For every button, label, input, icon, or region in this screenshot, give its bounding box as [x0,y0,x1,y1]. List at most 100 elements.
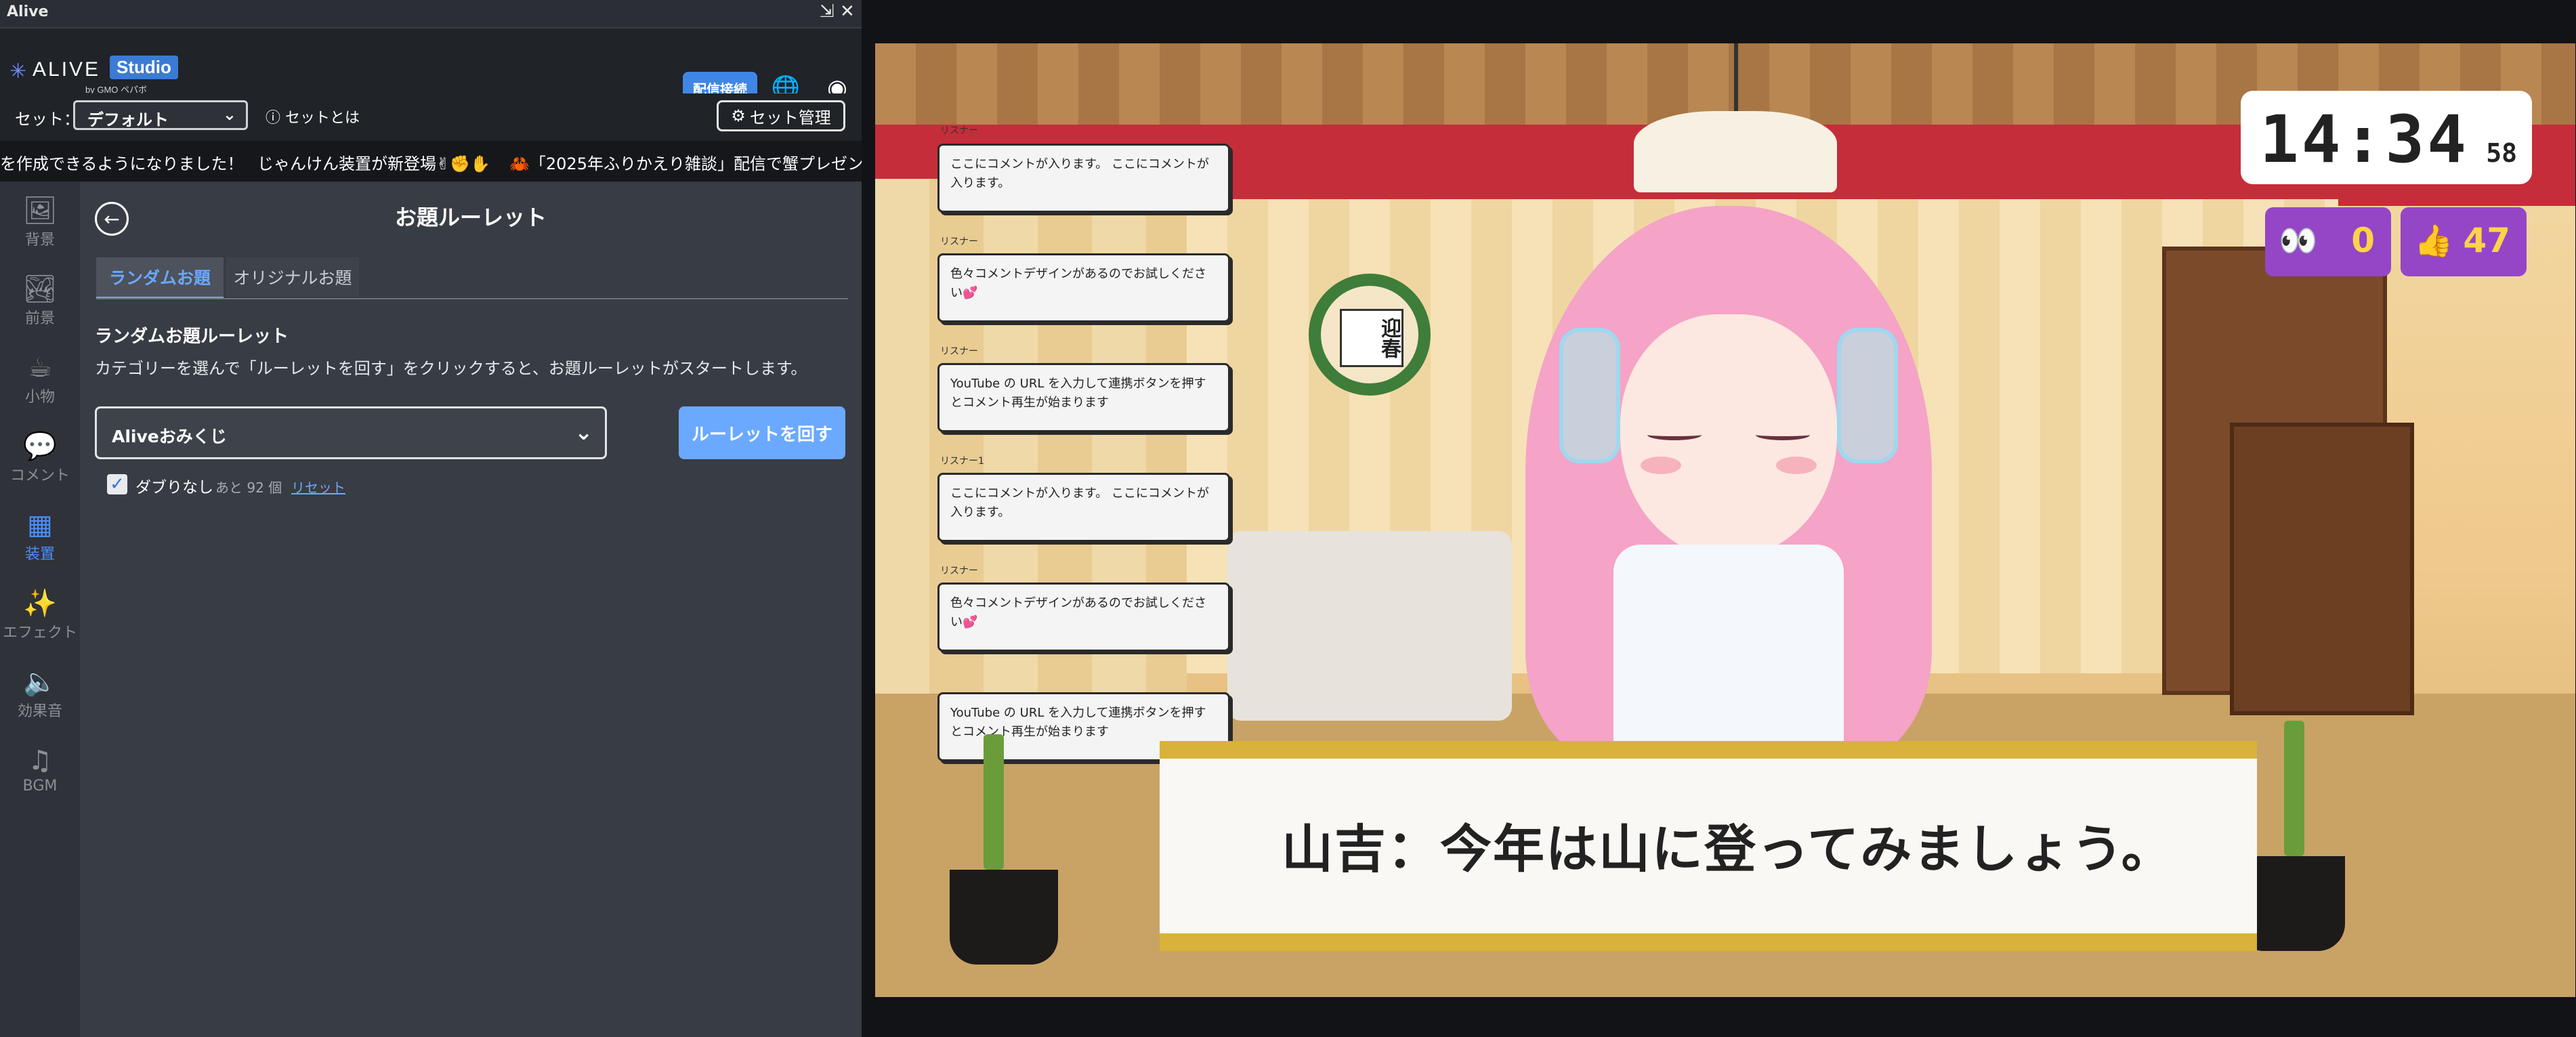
sidebar-item-label: 背景 [24,232,55,249]
sidebar-item-devices[interactable]: ▦ 装置 [0,508,80,581]
stream-preview[interactable]: 迎春 リスナー ここにコメントが入ります。 ここにコメントが入ります。 リスナー… [875,43,2575,997]
set-select-value: デフォルト [87,110,169,129]
comment-name: リスナー1 [940,456,984,467]
sidebar-item-bgm[interactable]: ♫ BGM [0,744,80,817]
kadomatsu-left [943,721,1065,965]
comment-bubble: 色々コメントデザインがあるのでお試しください💕 [937,583,1230,652]
category-select-value: Aliveおみくじ [112,427,227,446]
category-select[interactable]: Aliveおみくじ ⌄ [95,406,607,459]
sidebar-item-label: コメント [9,467,70,484]
like-count-widget: 👍 47 [2401,207,2527,276]
alive-star-icon: ✳ [9,60,27,83]
comment-icon: 💬 [23,431,57,462]
sidebar-item-label: BGM [22,778,58,795]
sparkle-icon: ✨ [23,588,57,619]
control-panel: Alive ⇲ ✕ ✳ ALIVE Studio by GMO ペパボ 配信接続… [0,0,862,1037]
kadomatsu-pot [950,870,1058,965]
comment-name: リスナー [940,346,978,357]
sidebar-item-props[interactable]: ☕ 小物 [0,351,80,424]
set-row: セット： デフォルト ⌄ ⓘ セットとは ⚙ セット管理 [0,93,862,141]
tab-original-topic[interactable]: オリジナルお題 [226,257,359,297]
topic-banner: 山吉：今年は山に登ってみましょう。 [1160,741,2257,951]
ticker-item: じゃんけん装置が新登場✌✊✋ [257,154,490,173]
sidebar-item-label: 装置 [24,546,55,563]
viewer-count-widget: 👀 0 [2265,207,2391,276]
news-ticker[interactable]: を作成できるようになりました！ じゃんけん装置が新登場✌✊✋ 🦀「2025年ふり… [0,141,862,182]
no-duplicate-label: ダブりなし [135,479,213,496]
avatar-eye [1756,429,1810,440]
comment-name: リスナー [940,236,978,247]
avatar-blush [1641,457,1681,474]
sidebar-item-label: 小物 [24,389,55,406]
cup-icon: ☕ [28,352,52,383]
reset-link[interactable]: リセット [291,477,345,496]
avatar-blush [1776,457,1817,474]
comment-bubble: ここにコメントが入ります。 ここにコメントが入ります。 [937,144,1230,213]
sidebar-item-label: 効果音 [17,703,62,720]
section-title: ランダムお題ルーレット [95,326,289,347]
bamboo [984,734,1004,870]
set-info-link[interactable]: ⓘ セットとは [266,106,360,127]
sidebar-item-background[interactable]: 🖼 背景 [0,194,80,267]
page-title: お題ルーレット [394,205,547,230]
avatar-face [1620,314,1837,558]
headphone-left [1559,328,1620,463]
vtuber-avatar [1471,165,1986,775]
pin-icon[interactable]: ⇲ [820,1,835,22]
chevron-down-icon: ⌄ [574,419,593,445]
speaker-icon: 🔈 [23,666,57,698]
sidebar-item-foreground[interactable]: 🏞 前景 [0,272,80,345]
comment-bubble: YouTube の URL を入力して連携ボタンを押すとコメント再生が始まります [937,363,1230,432]
sidebar-item-comment[interactable]: 💬 コメント [0,429,80,503]
new-year-wreath: 迎春 [1309,274,1431,396]
chevron-down-icon: ⌄ [222,105,236,124]
lamp-cord [1734,43,1738,111]
close-icon[interactable]: ✕ [840,1,855,22]
grid-icon: ▦ [27,509,53,541]
comment-bubble: ここにコメントが入ります。 ここにコメントが入ります。 [937,473,1230,542]
avatar-body [1613,545,1844,775]
image-icon: 🖼 [22,195,58,226]
eyes-icon: 👀 [2279,222,2318,259]
info-icon: ⓘ [266,110,281,127]
comment-name: リスナー [940,125,978,136]
sidebar-item-effect[interactable]: ✨ エフェクト [0,587,80,660]
section-description: カテゴリーを選んで「ルーレットを回す」をクリックすると、お題ルーレットがスタート… [95,359,807,378]
tab-divider [96,298,848,299]
sidebar-item-label: 前景 [24,310,55,327]
sidebar-item-label: エフェクト [2,625,77,641]
foreground-image-icon: 🏞 [22,274,58,305]
glass-cabinet [2230,423,2414,715]
ticker-item: 🦀「2025年ふりかえり雑談」配信で蟹プレゼントキャ [509,154,862,173]
tab-random-topic[interactable]: ランダムお題 [96,257,224,299]
avatar-eye [1647,429,1702,440]
sidebar-item-sound-effect[interactable]: 🔈 効果音 [0,665,80,738]
clock-widget: 14:34 58 [2241,91,2532,184]
bed [1227,531,1512,721]
window-title: Alive [7,3,49,20]
main-content: ← お題ルーレット ランダムお題 オリジナルお題 ランダムお題ルーレット カテゴ… [80,182,862,1037]
topic-banner-text: 山吉：今年は山に登ってみましょう。 [1282,819,2174,879]
clock-seconds: 58 [2486,138,2517,168]
thumbs-up-icon: 👍 [2414,222,2453,259]
headphone-right [1837,328,1898,463]
bamboo [2284,721,2304,856]
comment-bubble: 色々コメントデザインがあるのでお試しください💕 [937,253,1230,322]
viewer-count: 0 [2351,221,2375,260]
set-select[interactable]: デフォルト ⌄ [73,100,248,130]
clock-hours-minutes: 14:34 [2260,102,2469,177]
comment-name: リスナー [940,566,978,576]
logo-brand: ALIVE [33,58,101,81]
wreath-label: 迎春 [1340,309,1403,367]
remaining-count: あと 92 個 [215,480,282,496]
set-info-label: セットとは [285,110,360,127]
gear-icon: ⚙ [731,106,746,125]
like-count: 47 [2463,221,2510,260]
set-label: セット： [15,110,80,129]
set-manage-button[interactable]: ⚙ セット管理 [717,100,845,131]
logo-studio: Studio [110,56,178,79]
window-titlebar: Alive ⇲ ✕ [0,0,862,28]
ticker-item: を作成できるようになりました！ [0,154,244,173]
spin-roulette-button[interactable]: ルーレットを回す [679,406,845,459]
no-duplicate-checkbox[interactable]: ✓ [107,474,127,494]
